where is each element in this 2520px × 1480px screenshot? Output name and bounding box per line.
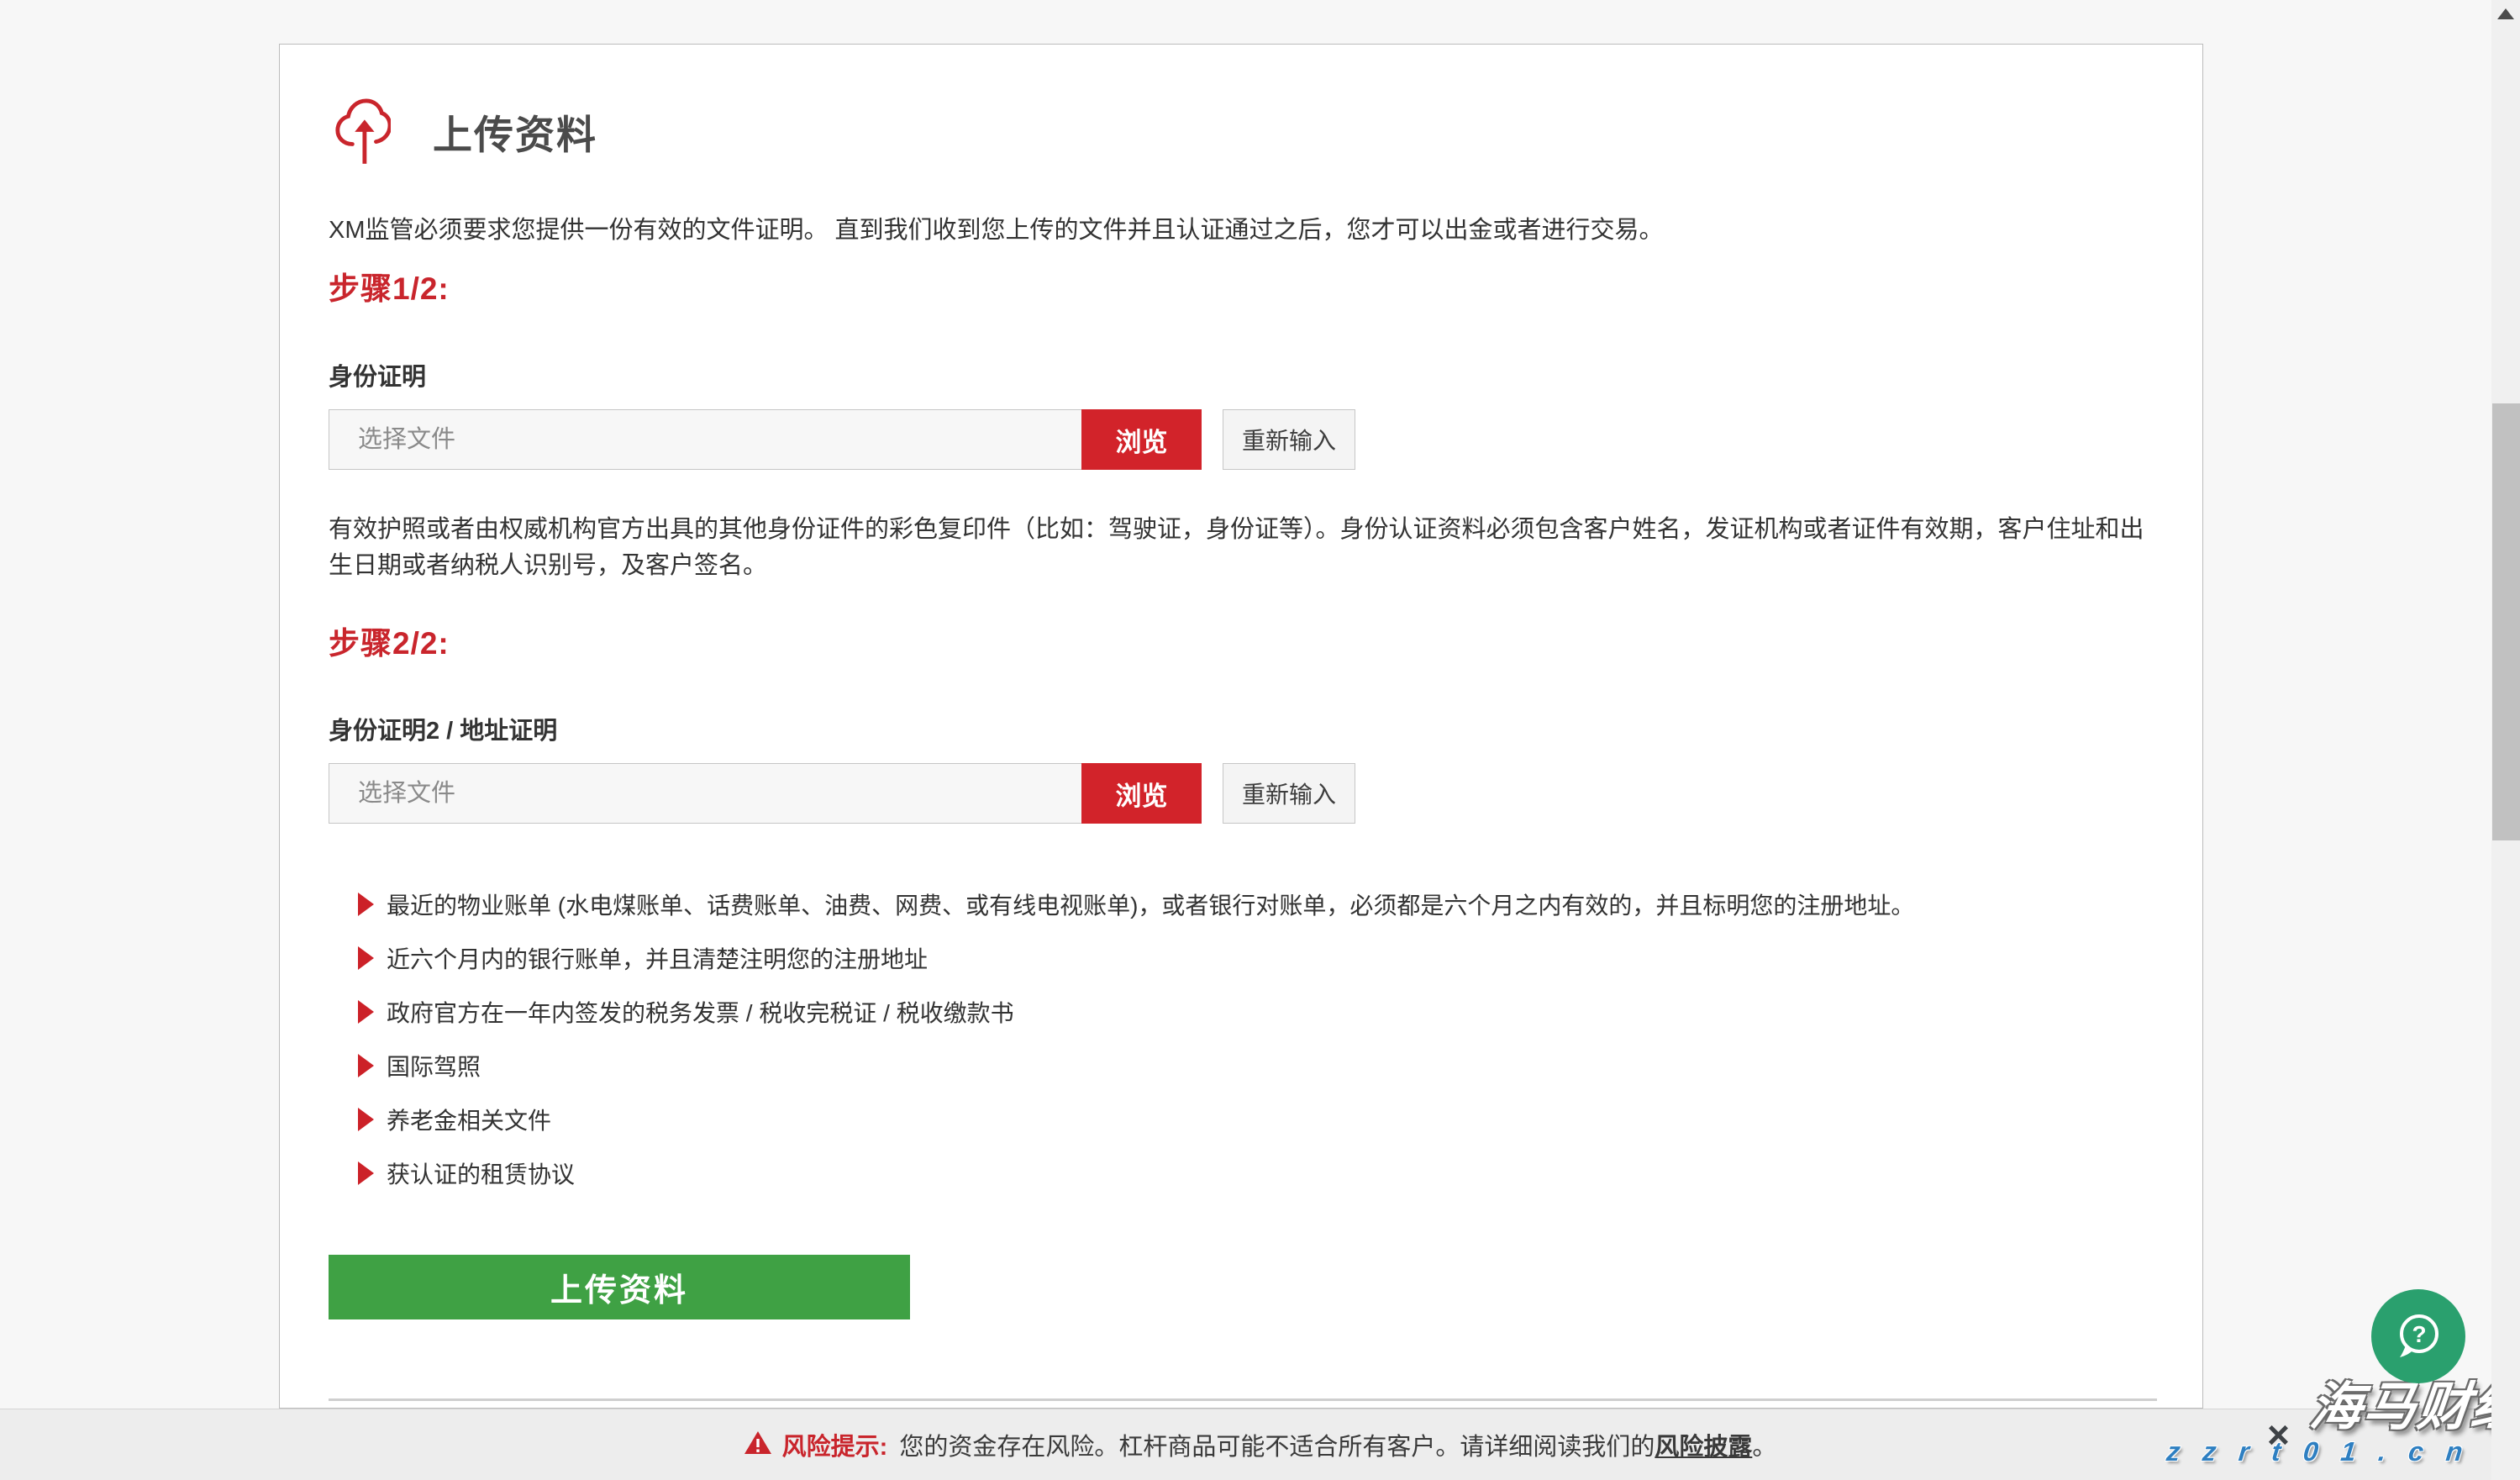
red-right-triangle-icon [358, 1108, 374, 1131]
card-header: 上传资料 [332, 92, 597, 171]
list-item: 最近的物业账单 (水电煤账单、话费账单、油费、网费、或有线电视账单)，或者银行对… [358, 877, 1914, 931]
red-right-triangle-icon [358, 893, 374, 916]
risk-warning-label: 风险提示: [782, 1427, 888, 1462]
risk-disclosure-link[interactable]: 风险披露 [1655, 1427, 1752, 1462]
step2-browse-button[interactable]: 浏览 [1081, 763, 1202, 824]
list-item: 养老金相关文件 [358, 1093, 1914, 1146]
list-item: 政府官方在一年内签发的税务发票 / 税收完税证 / 税收缴款书 [358, 985, 1914, 1039]
upload-card: 上传资料 XM监管必须要求您提供一份有效的文件证明。 直到我们收到您上传的文件并… [279, 44, 2203, 1409]
cloud-upload-icon [332, 92, 391, 171]
scrollbar-thumb[interactable] [2492, 403, 2520, 840]
list-item: 近六个月内的银行账单，并且清楚注明您的注册地址 [358, 931, 1914, 985]
step1-file-input[interactable] [329, 409, 1081, 470]
red-right-triangle-icon [358, 1000, 374, 1024]
step2-file-row: 浏览 重新输入 [329, 763, 1355, 824]
list-item-text: 养老金相关文件 [387, 1103, 551, 1136]
help-bubble-icon: ? [2390, 1308, 2447, 1365]
step2-doc-label: 身份证明2 / 地址证明 [329, 711, 557, 746]
svg-text:?: ? [2412, 1321, 2426, 1347]
step1-browse-button[interactable]: 浏览 [1081, 409, 1202, 470]
step1-file-row: 浏览 重新输入 [329, 409, 1355, 470]
close-icon[interactable]: × [2267, 1415, 2290, 1454]
scrollbar-track[interactable] [2491, 0, 2520, 1480]
risk-warning-bar: 风险提示: 您的资金存在风险。杠杆商品可能不适合所有客户。请详细阅读我们的 风险… [0, 1409, 2520, 1480]
step2-file-input[interactable] [329, 763, 1081, 824]
step2-heading: 步骤2/2: [329, 618, 450, 663]
list-item-text: 近六个月内的银行账单，并且清楚注明您的注册地址 [387, 941, 928, 975]
list-item: 获认证的租赁协议 [358, 1146, 1914, 1200]
red-right-triangle-icon [358, 946, 374, 970]
list-item-text: 政府官方在一年内签发的税务发票 / 税收完税证 / 税收缴款书 [387, 995, 1014, 1029]
warning-triangle-icon [744, 1430, 772, 1462]
red-right-triangle-icon [358, 1054, 374, 1077]
step1-description: 有效护照或者由权威机构官方出具的其他身份证件的彩色复印件（比如：驾驶证，身份证等… [329, 512, 2160, 584]
page-title: 上传资料 [433, 103, 597, 161]
risk-warning-suffix: 。 [1752, 1427, 1776, 1462]
step1-doc-label: 身份证明 [329, 357, 426, 392]
step1-heading: 步骤1/2: [329, 263, 450, 308]
intro-text: XM监管必须要求您提供一份有效的文件证明。 直到我们收到您上传的文件并且认证通过… [329, 213, 2160, 248]
scrollbar-up-arrow-icon[interactable] [2497, 8, 2514, 19]
red-right-triangle-icon [358, 1161, 374, 1185]
divider [329, 1398, 2157, 1401]
list-item-text: 国际驾照 [387, 1049, 481, 1082]
list-item-text: 最近的物业账单 (水电煤账单、话费账单、油费、网费、或有线电视账单)，或者银行对… [387, 887, 1914, 921]
help-button[interactable]: ? [2371, 1289, 2465, 1383]
list-item-text: 获认证的租赁协议 [387, 1156, 575, 1190]
upload-submit-button[interactable]: 上传资料 [329, 1255, 910, 1319]
step2-reset-button[interactable]: 重新输入 [1223, 763, 1355, 824]
list-item: 国际驾照 [358, 1039, 1914, 1093]
accepted-documents-list: 最近的物业账单 (水电煤账单、话费账单、油费、网费、或有线电视账单)，或者银行对… [358, 877, 1914, 1200]
risk-warning-text: 您的资金存在风险。杠杆商品可能不适合所有客户。请详细阅读我们的 [899, 1427, 1655, 1462]
step1-reset-button[interactable]: 重新输入 [1223, 409, 1355, 470]
